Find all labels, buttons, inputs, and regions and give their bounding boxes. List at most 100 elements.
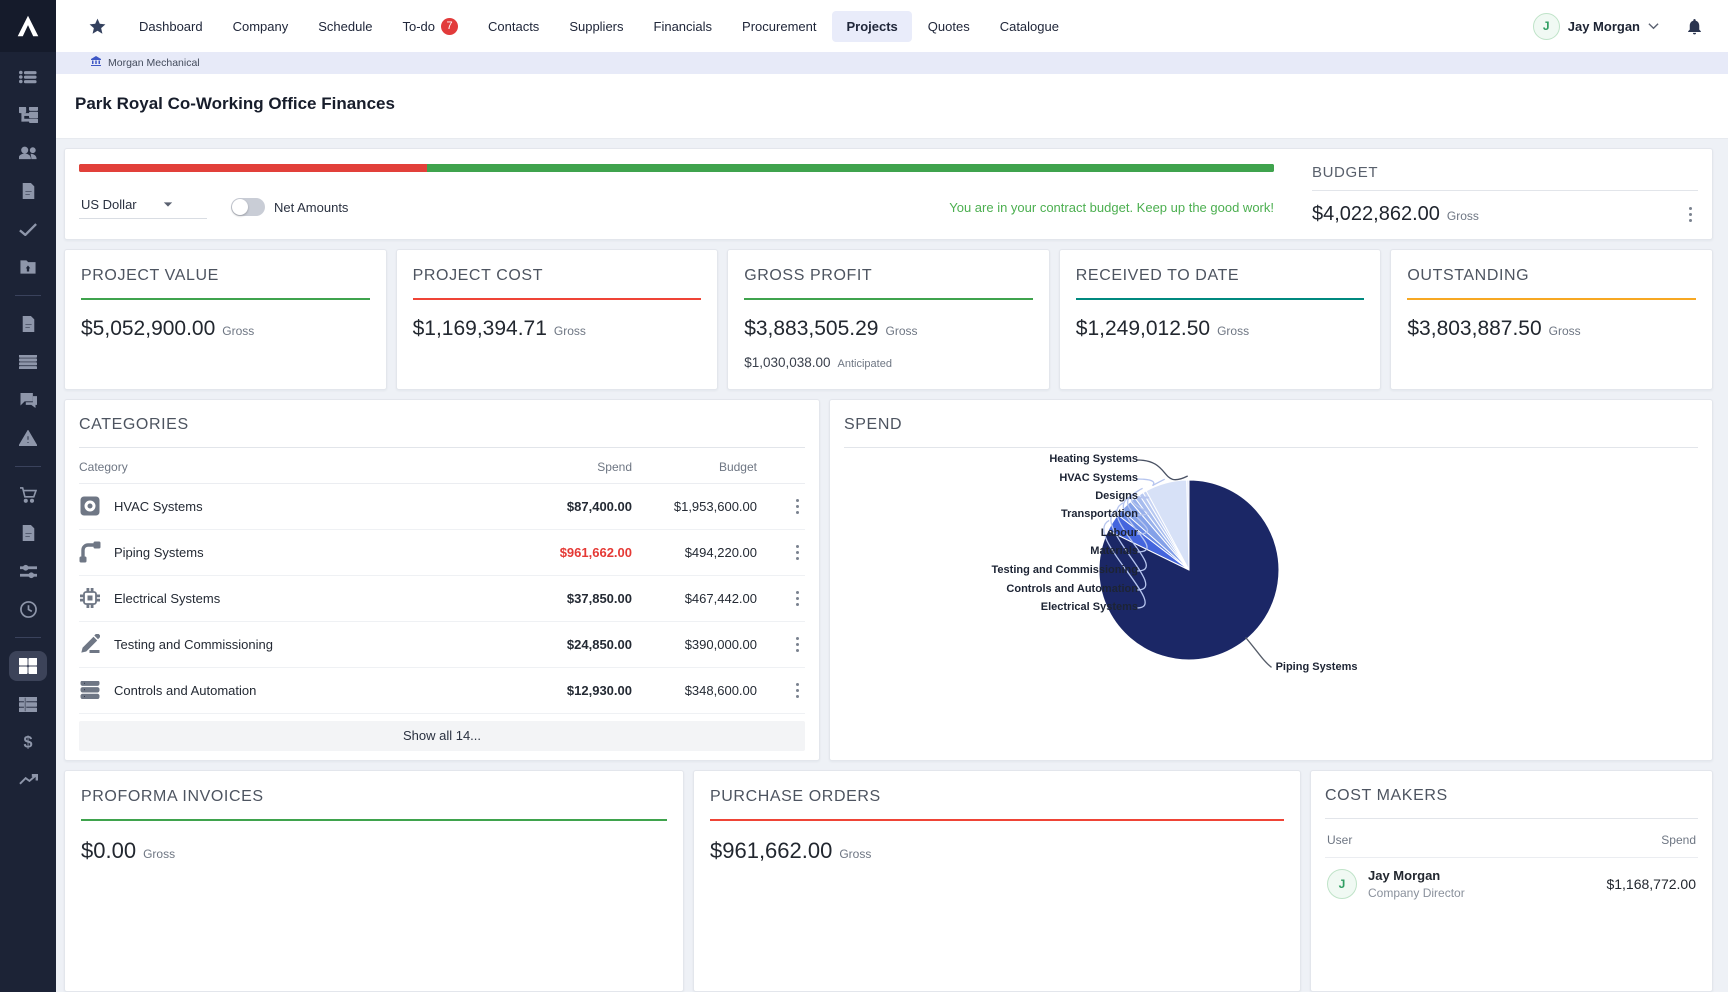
proforma-value: $0.00 [81, 838, 136, 864]
kebab-menu-icon[interactable] [790, 587, 805, 610]
nav-item-suppliers[interactable]: Suppliers [555, 11, 637, 42]
star-icon[interactable] [88, 17, 107, 36]
testing-icon [79, 634, 101, 654]
budget-left: US Dollar Net Amounts You are in your co… [79, 164, 1274, 227]
nav-item-label: Financials [654, 19, 713, 34]
bell-icon[interactable] [1685, 17, 1704, 36]
nav-item-dashboard[interactable]: Dashboard [125, 11, 217, 42]
bank-icon [90, 54, 102, 72]
kebab-menu-icon[interactable] [1683, 203, 1698, 226]
category-row-testing-and-commissioning[interactable]: Testing and Commissioning$24,850.00$390,… [79, 622, 805, 668]
app-logo-icon[interactable] [0, 0, 56, 52]
document-icon[interactable] [9, 176, 47, 206]
anticipated-value: $1,030,038.00 [744, 355, 830, 370]
check-icon[interactable] [9, 214, 47, 244]
category-name: HVAC Systems [114, 499, 203, 514]
show-all-button[interactable]: Show all 14... [79, 721, 805, 751]
breadcrumb-company[interactable]: Morgan Mechanical [108, 57, 200, 69]
stat-card-outstanding: OUTSTANDING$3,803,887.50Gross [1390, 249, 1713, 390]
purchase-orders-value: $961,662.00 [710, 838, 832, 864]
cost-makers-header: User Spend [1325, 819, 1698, 858]
title-band: Park Royal Co-Working Office Finances [56, 74, 1728, 139]
categories-table-header: Category Spend Budget [79, 448, 805, 484]
rows-icon[interactable] [9, 347, 47, 377]
currency-select[interactable]: US Dollar [79, 195, 207, 219]
stat-label: RECEIVED TO DATE [1076, 267, 1365, 285]
file-icon[interactable] [9, 309, 47, 339]
stat-label: PROJECT COST [413, 267, 702, 285]
nav-item-label: Contacts [488, 19, 539, 34]
accent-line [744, 298, 1033, 300]
todo-count-badge: 7 [441, 18, 458, 35]
mid-row: CATEGORIES Category Spend Budget HVAC Sy… [64, 399, 1713, 761]
category-row-controls-and-automation[interactable]: Controls and Automation$12,930.00$348,60… [79, 668, 805, 714]
users-icon[interactable] [9, 138, 47, 168]
nav-item-projects[interactable]: Projects [832, 11, 911, 42]
bottom-row: PROFORMA INVOICES $0.00 Gross PURCHASE O… [64, 770, 1713, 992]
cart-icon[interactable] [9, 480, 47, 510]
cost-maker-spend: $1,168,772.00 [1606, 876, 1696, 892]
nav-item-schedule[interactable]: Schedule [304, 11, 386, 42]
leader-line [1137, 460, 1188, 480]
cost-maker-row-jay-morgan[interactable]: JJay MorganCompany Director$1,168,772.00 [1325, 858, 1698, 910]
cost-makers-card: COST MAKERS User Spend JJay MorganCompan… [1310, 770, 1713, 992]
kebab-menu-icon[interactable] [790, 541, 805, 564]
hierarchy-icon[interactable] [9, 100, 47, 130]
clock-icon[interactable] [9, 594, 47, 624]
hvac-icon [79, 495, 101, 517]
budget-status-message: You are in your contract budget. Keep up… [949, 200, 1274, 215]
kebab-menu-icon[interactable] [790, 633, 805, 656]
adjustments-icon[interactable] [9, 556, 47, 586]
nav-item-procurement[interactable]: Procurement [728, 11, 830, 42]
cost-makers-title: COST MAKERS [1325, 787, 1698, 805]
pie-label-electrical-systems: Electrical Systems [1041, 601, 1138, 613]
kebab-menu-icon[interactable] [790, 495, 805, 518]
dashboard-grid-icon[interactable] [9, 651, 47, 681]
nav-item-label: Catalogue [1000, 19, 1059, 34]
file-upload-icon[interactable] [9, 252, 47, 282]
budget-value-suffix: Gross [1447, 209, 1479, 223]
chat-icon[interactable] [9, 385, 47, 415]
stat-suffix: Gross [1549, 324, 1581, 338]
spend-pie-chart: Heating SystemsHVAC SystemsDesignsTransp… [844, 452, 1698, 744]
pie-label-transportation: Transportation [1061, 508, 1138, 520]
nav-item-quotes[interactable]: Quotes [914, 11, 984, 42]
category-row-piping-systems[interactable]: Piping Systems$961,662.00$494,220.00 [79, 530, 805, 576]
kebab-menu-icon[interactable] [790, 679, 805, 702]
category-row-electrical-systems[interactable]: Electrical Systems$37,850.00$467,442.00 [79, 576, 805, 622]
nav-item-company[interactable]: Company [219, 11, 303, 42]
content: US Dollar Net Amounts You are in your co… [56, 139, 1728, 992]
sidebar-divider [15, 637, 41, 638]
dollar-icon[interactable]: $ [9, 727, 47, 757]
spend-chart-card: SPEND Heating SystemsHVAC SystemsDesigns… [829, 399, 1713, 761]
list-icon[interactable] [9, 62, 47, 92]
pie-label-testing-and-commissioning: Testing and Commissioning [992, 564, 1138, 576]
stat-label: OUTSTANDING [1407, 267, 1696, 285]
purchase-orders-card: PURCHASE ORDERS $961,662.00 Gross [693, 770, 1301, 992]
category-spend: $12,930.00 [512, 683, 632, 698]
categories-card: CATEGORIES Category Spend Budget HVAC Sy… [64, 399, 820, 761]
category-row-hvac-systems[interactable]: HVAC Systems$87,400.00$1,953,600.00 [79, 484, 805, 530]
trend-icon[interactable] [9, 765, 47, 795]
category-name: Testing and Commissioning [114, 637, 273, 652]
budget-controls: US Dollar Net Amounts You are in your co… [79, 195, 1274, 219]
budget-progress-remaining [427, 164, 1274, 172]
nav-item-financials[interactable]: Financials [640, 11, 727, 42]
warning-icon[interactable] [9, 423, 47, 453]
stat-label: GROSS PROFIT [744, 267, 1033, 285]
toggle-track [231, 198, 265, 216]
user-menu[interactable]: J Jay Morgan [1533, 13, 1659, 40]
nav-item-contacts[interactable]: Contacts [474, 11, 553, 42]
currency-value: US Dollar [81, 197, 137, 212]
category-name: Electrical Systems [114, 591, 220, 606]
nav-item-to-do[interactable]: To-do7 [388, 10, 472, 43]
divider [844, 447, 1698, 448]
anticipated-suffix: Anticipated [838, 358, 892, 370]
category-spend: $24,850.00 [512, 637, 632, 652]
nav-item-catalogue[interactable]: Catalogue [986, 11, 1073, 42]
table-icon[interactable] [9, 689, 47, 719]
net-amounts-toggle[interactable]: Net Amounts [231, 198, 348, 216]
app-root: $ DashboardCompanyScheduleTo-do7 Contacts… [0, 0, 1728, 992]
user-name: Jay Morgan [1568, 19, 1640, 34]
note-icon[interactable] [9, 518, 47, 548]
